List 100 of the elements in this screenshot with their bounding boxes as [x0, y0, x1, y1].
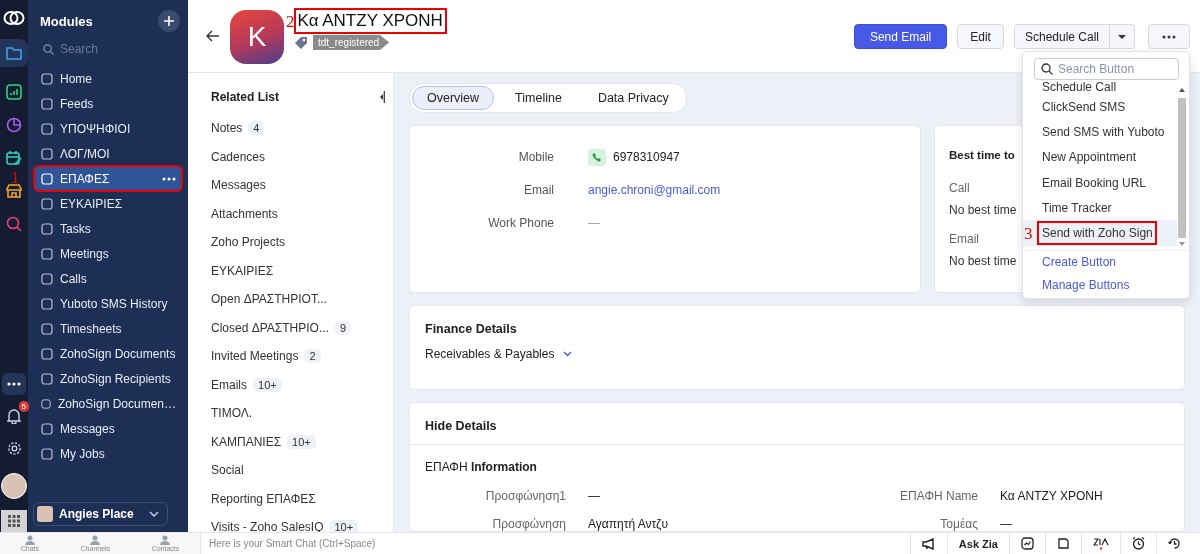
sidebar-item[interactable]: Calls — [34, 266, 182, 291]
chart-icon[interactable] — [6, 84, 22, 100]
field-label: Email — [523, 183, 554, 197]
notification-badge: 5 — [18, 401, 29, 412]
related-list-item[interactable]: Cadences — [211, 149, 266, 164]
field-label: Call — [949, 181, 970, 195]
sidebar-item[interactable]: ZohoSign Documen… — [34, 391, 182, 416]
caret-icon — [1118, 34, 1126, 39]
module-search-field[interactable]: Search — [60, 42, 170, 56]
ask-zia-button[interactable]: Ask Zia — [946, 533, 1009, 554]
related-list-item[interactable]: Zoho Projects — [211, 235, 286, 250]
pie-chart-icon[interactable] — [6, 117, 22, 133]
menu-item[interactable]: New Appointment — [1023, 144, 1177, 170]
settings-icon[interactable] — [6, 441, 22, 456]
field-label: Email — [949, 232, 979, 246]
sidebar-item[interactable]: ΕΥΚΑΙΡΙΕΣ — [34, 191, 182, 216]
add-module-button[interactable] — [158, 10, 180, 32]
tab[interactable]: Overview — [412, 86, 495, 110]
related-list-item[interactable]: Invited Meetings — [211, 349, 299, 364]
sidebar-item[interactable]: Timesheets — [34, 316, 182, 341]
field-label: Τομέας — [939, 517, 978, 531]
module-icon — [41, 297, 53, 310]
store-icon[interactable] — [6, 183, 22, 199]
more-apps-button[interactable] — [2, 373, 26, 395]
phone-icon[interactable] — [588, 148, 606, 166]
module-icon — [41, 247, 53, 260]
sidebar-item[interactable]: Messages — [34, 416, 182, 441]
sidebar-item[interactable]: My Jobs — [34, 441, 182, 466]
folder-icon — [6, 46, 22, 60]
menu-item[interactable]: Send SMS with Yuboto — [1023, 119, 1177, 145]
sidebar-item[interactable]: Meetings — [34, 241, 182, 266]
tab[interactable]: Data Privacy — [582, 86, 684, 110]
person-icon — [23, 535, 36, 545]
related-list-item[interactable]: Visits - Zoho SalesIQ — [211, 520, 324, 535]
module-icon — [41, 347, 53, 360]
sidebar-item[interactable]: ZohoSign Recipients — [34, 366, 182, 391]
sidebar-item[interactable]: ZohoSign Documents — [34, 341, 182, 366]
collapse-panel-icon[interactable] — [379, 91, 385, 103]
record-avatar: K — [230, 10, 284, 64]
send-email-button[interactable]: Send Email — [853, 24, 948, 49]
menu-link[interactable]: Create Button — [1042, 255, 1189, 269]
related-list-item[interactable]: ΤΙΜΟΛ. — [211, 406, 253, 421]
bell-icon[interactable] — [7, 408, 21, 424]
related-list-item[interactable]: Emails — [211, 377, 247, 392]
menu-item[interactable]: Time Tracker — [1023, 195, 1177, 221]
section-title[interactable]: Hide Details — [425, 419, 497, 433]
related-list-item[interactable]: Attachments — [211, 206, 278, 221]
related-list-item[interactable]: ΚΑΜΠΑΝΙΕΣ — [211, 434, 282, 449]
chevron-down-icon — [563, 351, 573, 357]
field-label: Work Phone — [487, 216, 554, 230]
field-value: No best time — [949, 254, 1017, 268]
module-icon — [41, 322, 53, 335]
menu-item[interactable]: ClickSend SMS — [1023, 94, 1177, 120]
field-label: Προσφώνηση — [491, 517, 566, 531]
record-name: Κα ΑΝΤΖΥ ΧΡΟΝΗ — [294, 9, 446, 33]
back-arrow-icon[interactable] — [206, 30, 220, 42]
module-icon — [41, 422, 53, 435]
app-grid-button[interactable] — [1, 510, 27, 532]
receivables-toggle[interactable]: Receivables & Payables — [425, 347, 573, 361]
field-label: Προσφώνηση1 — [484, 489, 566, 503]
related-list-item[interactable]: Closed ΔΡΑΣΤΗΡΙΟ... — [211, 320, 329, 335]
count-badge: 4 — [248, 121, 265, 136]
edit-button[interactable]: Edit — [957, 24, 1004, 49]
more-icon[interactable] — [162, 176, 176, 181]
field-value: — — [588, 489, 600, 503]
sidebar-item[interactable]: ΕΠΑΦΕΣ — [34, 166, 182, 191]
organization-switcher[interactable]: Angies Place — [33, 502, 168, 526]
grid-icon — [8, 515, 20, 527]
module-icon — [41, 72, 53, 85]
tab[interactable]: Timeline — [500, 86, 577, 110]
related-list-item[interactable]: ΕΥΚΑΙΡΙΕΣ — [211, 263, 274, 278]
sidebar-item[interactable]: Home — [34, 66, 182, 91]
menu-item[interactable]: Schedule Call — [1023, 80, 1177, 94]
sidebar-item[interactable]: Feeds — [34, 91, 182, 116]
person-icon — [159, 535, 172, 545]
related-list-item[interactable]: Notes — [211, 121, 243, 136]
annotation-number: 1 — [11, 169, 20, 186]
annotation-number: 2 — [286, 12, 295, 30]
sidebar-item[interactable]: Yuboto SMS History — [34, 291, 182, 316]
sidebar-item[interactable]: Tasks — [34, 216, 182, 241]
dropdown-toggle[interactable] — [1110, 24, 1135, 49]
sidebar-item[interactable]: ΛΟΓ/ΜΟΙ — [34, 141, 182, 166]
user-avatar[interactable] — [1, 473, 27, 499]
module-icon — [41, 397, 51, 410]
related-list-item[interactable]: Open ΔΡΑΣΤΗΡΙΟΤ... — [211, 292, 327, 307]
related-list-item[interactable]: Social — [211, 463, 244, 478]
schedule-call-button[interactable]: Schedule Call — [1013, 24, 1110, 49]
sidebar-item[interactable]: ΥΠΟΨΗΦΙΟΙ — [34, 116, 182, 141]
search-icon[interactable] — [6, 216, 22, 232]
module-icon — [41, 447, 53, 460]
calendar-icon[interactable] — [6, 150, 22, 166]
folder-tab[interactable] — [0, 39, 28, 67]
button-search-field[interactable]: Search Button — [1034, 58, 1179, 80]
related-list-item[interactable]: Messages — [211, 178, 266, 193]
related-list-item[interactable]: Reporting ΕΠΑΦΕΣ — [211, 491, 316, 506]
module-icon — [41, 197, 53, 210]
email-link[interactable]: angie.chroni@gmail.com — [588, 183, 721, 197]
menu-item[interactable]: Email Booking URL — [1023, 169, 1177, 196]
menu-link[interactable]: Manage Buttons — [1042, 278, 1189, 292]
field-value: — — [1000, 517, 1012, 531]
